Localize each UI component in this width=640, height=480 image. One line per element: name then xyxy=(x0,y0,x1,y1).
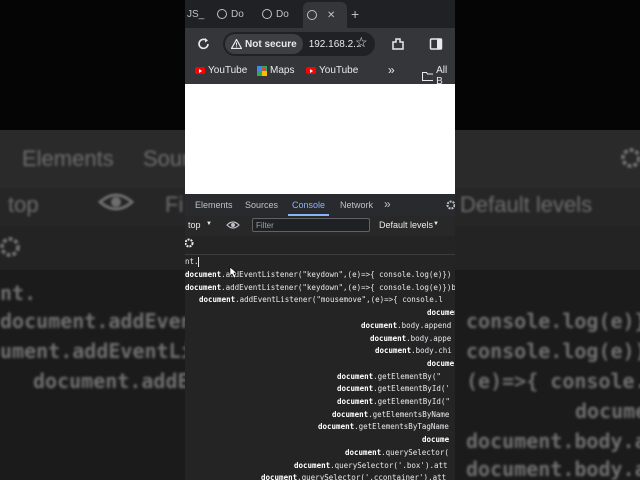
autocomplete-item[interactable]: document.querySelector( xyxy=(345,448,449,457)
tab-js[interactable]: JS_ xyxy=(187,4,204,24)
tab-do-2[interactable]: Do xyxy=(262,4,289,24)
more-tabs-button[interactable]: » xyxy=(384,197,391,211)
bg-code-line: document.addEv xyxy=(33,369,202,393)
url-text: 192.168.2... xyxy=(308,38,362,50)
bg-gear-icon xyxy=(621,148,640,168)
dropdown-arrow-icon: ▼ xyxy=(433,221,439,227)
tab-do-1[interactable]: Do xyxy=(217,4,244,24)
globe-icon xyxy=(262,9,272,19)
console-toolbar: top ▼ Filter Default levels ▼ xyxy=(185,216,455,237)
eye-icon[interactable] xyxy=(226,220,240,230)
bg-levels: Default levels xyxy=(460,192,593,217)
maps-icon xyxy=(257,65,267,76)
autocomplete-item[interactable]: document.getElementById(' xyxy=(337,384,450,393)
side-panel-icon[interactable] xyxy=(429,37,443,51)
bookmark-youtube[interactable]: YouTube xyxy=(306,65,358,76)
bg-code-line: (e)=>{ console.lo xyxy=(466,369,640,393)
bg-prompt: nt. xyxy=(0,281,37,305)
autocomplete-item[interactable]: docume xyxy=(427,359,454,368)
security-chip[interactable]: Not secure xyxy=(225,34,303,54)
autocomplete-item[interactable]: document xyxy=(427,308,455,317)
close-icon[interactable]: ✕ xyxy=(327,10,335,21)
bookmarks-overflow[interactable]: » xyxy=(388,63,395,77)
context-selector[interactable]: top xyxy=(188,220,201,230)
bg-tab-sources: Sour xyxy=(143,146,190,171)
star-icon[interactable]: ☆ xyxy=(355,34,368,51)
tab-elements[interactable]: Elements xyxy=(195,200,233,210)
bg-code-line: console.log(e)) xyxy=(466,339,640,363)
bg-code-line: document.body.append xyxy=(466,429,640,453)
autocomplete-item[interactable]: document.getElementsByName xyxy=(332,410,449,419)
bg-gear-icon xyxy=(0,237,20,257)
globe-icon xyxy=(307,10,317,20)
address-bar[interactable]: Not secure 192.168.2... xyxy=(223,32,375,56)
console-prompt[interactable]: nt. xyxy=(185,257,199,266)
youtube-icon xyxy=(306,67,316,74)
tab-network[interactable]: Network xyxy=(340,200,373,210)
warning-icon xyxy=(231,39,242,49)
tab-console[interactable]: Console xyxy=(287,200,330,216)
gear-icon[interactable] xyxy=(445,199,455,211)
devtools-panel: Elements Sources Console Network » top ▼… xyxy=(185,194,455,480)
folder-icon xyxy=(422,71,434,81)
security-label: Not secure xyxy=(245,38,297,50)
autocomplete-item[interactable]: document.addEventListener("keydown",(e)=… xyxy=(185,270,451,279)
new-tab-button[interactable]: + xyxy=(351,4,359,24)
autocomplete-item[interactable]: document.body.append xyxy=(361,321,451,330)
bg-tab-elements: Elements xyxy=(22,146,114,171)
globe-icon xyxy=(217,9,227,19)
tab-active[interactable]: ✕ xyxy=(303,2,347,28)
filter-input[interactable]: Filter xyxy=(252,218,370,232)
gear-icon[interactable] xyxy=(185,237,195,249)
bg-context: top xyxy=(8,192,39,217)
text-caret xyxy=(198,257,199,267)
autocomplete-item[interactable]: document.getElementsByTagName xyxy=(318,422,449,431)
autocomplete-item[interactable]: document.addEventListener("mousemove",(e… xyxy=(199,295,443,304)
bg-code-line: docume xyxy=(575,399,640,423)
devtools-tab-bar: Elements Sources Console Network » xyxy=(185,194,455,217)
autocomplete-item[interactable]: document.body.appe xyxy=(370,334,451,343)
bookmark-maps[interactable]: Maps xyxy=(257,65,294,76)
autocomplete-item[interactable]: document.body.chi xyxy=(375,346,452,355)
mouse-cursor-icon xyxy=(229,266,238,279)
tab-sources[interactable]: Sources xyxy=(245,200,278,210)
autocomplete-item[interactable]: document.getElementById(" xyxy=(337,397,450,406)
tab-strip: JS_ Do Do ✕ + xyxy=(185,0,455,28)
autocomplete-item[interactable]: document.querySelector('.ccontainer').at… xyxy=(261,473,446,480)
autocomplete-item[interactable]: document.querySelector('.box').att xyxy=(294,461,448,470)
page-viewport[interactable] xyxy=(185,84,455,194)
bg-code-line: ument.addEventLis xyxy=(0,339,205,363)
autocomplete-item[interactable]: docume xyxy=(422,435,449,444)
extensions-icon[interactable] xyxy=(391,37,405,51)
dropdown-arrow-icon: ▼ xyxy=(206,221,212,227)
autocomplete-item[interactable]: document.getElementBy(" xyxy=(337,372,441,381)
bg-eye-icon xyxy=(98,193,134,211)
bookmark-youtube[interactable]: YouTube xyxy=(195,65,247,76)
console-output[interactable]: nt. document.addEventListener("keydown",… xyxy=(185,236,455,480)
bg-filter: Fi xyxy=(165,192,184,217)
reload-icon[interactable] xyxy=(197,37,211,51)
browser-window: JS_ Do Do ✕ + Not secure 192.168.2... ☆ … xyxy=(185,0,455,480)
bookmarks-bar: YouTube Maps YouTube » All B xyxy=(185,60,455,87)
toolbar: Not secure 192.168.2... ☆ xyxy=(185,28,455,60)
youtube-icon xyxy=(195,67,205,74)
log-levels-dropdown[interactable]: Default levels xyxy=(379,220,433,230)
bg-code-line: document.body.app xyxy=(466,457,640,480)
bg-code-line: console.log(e)} xyxy=(466,309,640,333)
autocomplete-item[interactable]: document.addEventListener("keydown",(e)=… xyxy=(185,283,455,292)
